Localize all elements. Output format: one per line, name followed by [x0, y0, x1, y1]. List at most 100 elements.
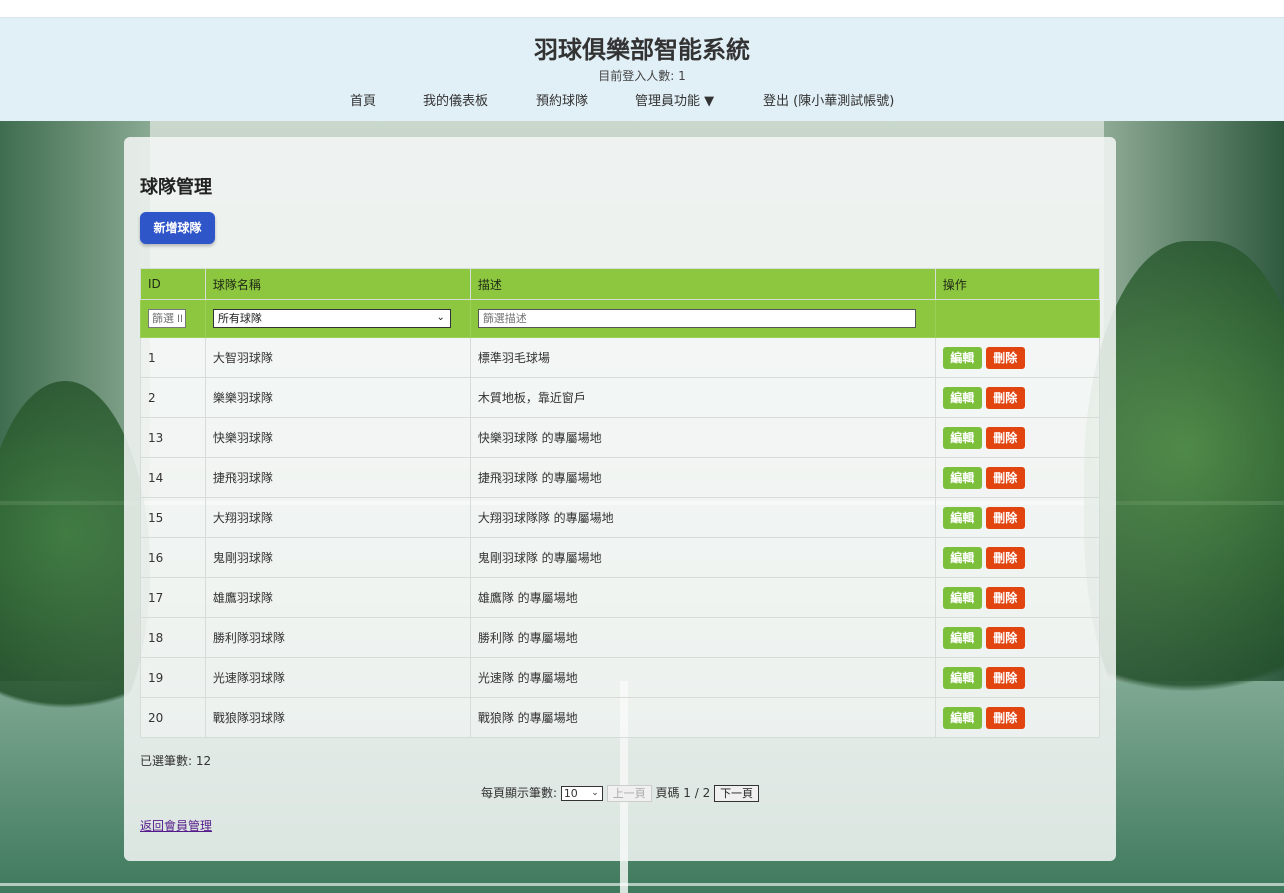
table-row: 13 快樂羽球隊 快樂羽球隊 的專屬場地 編輯 刪除	[140, 417, 1101, 458]
team-description: 大翔羽球隊隊 的專屬場地	[469, 497, 936, 538]
per-page-label: 每頁顯示筆數:	[480, 786, 557, 800]
site-title: 羽球俱樂部智能系統	[534, 36, 750, 64]
delete-button[interactable]: 刪除	[985, 626, 1025, 649]
edit-button[interactable]: 編輯	[942, 626, 982, 649]
online-count: 目前登入人數: 1	[598, 69, 686, 83]
delete-button[interactable]: 刪除	[985, 346, 1025, 369]
team-id: 2	[140, 377, 206, 418]
team-description: 光速隊 的專屬場地	[469, 657, 936, 698]
page-title: 球隊管理	[140, 177, 212, 198]
delete-button[interactable]: 刪除	[985, 466, 1025, 489]
column-header-name: 球隊名稱	[204, 268, 471, 300]
column-header-actions: 操作	[934, 268, 1101, 300]
team-id: 20	[140, 697, 206, 738]
team-description: 木質地板，靠近窗戶	[469, 377, 936, 418]
team-id: 1	[140, 337, 206, 378]
add-team-button[interactable]: 新增球隊	[140, 212, 215, 244]
team-id: 13	[140, 417, 206, 458]
page-indicator: 頁碼 1 / 2	[655, 786, 711, 800]
nav-admin-menu[interactable]: 管理員功能 ▼	[635, 90, 714, 109]
column-header-description: 描述	[469, 268, 936, 300]
table-row: 20 戰狼隊羽球隊 戰狼隊 的專屬場地 編輯 刪除	[140, 697, 1101, 738]
edit-button[interactable]: 編輯	[942, 426, 982, 449]
table-row: 17 雄鷹羽球隊 雄鷹隊 的專屬場地 編輯 刪除	[140, 577, 1101, 618]
team-description: 標準羽毛球場	[469, 337, 936, 378]
edit-button[interactable]: 編輯	[942, 586, 982, 609]
row-actions: 編輯 刪除	[934, 537, 1101, 578]
prev-page-button[interactable]: 上一頁	[606, 785, 652, 802]
edit-button[interactable]: 編輯	[942, 546, 982, 569]
column-header-id: ID	[140, 268, 206, 300]
team-id: 18	[140, 617, 206, 658]
table-row: 15 大翔羽球隊 大翔羽球隊隊 的專屬場地 編輯 刪除	[140, 497, 1101, 538]
table-row: 19 光速隊羽球隊 光速隊 的專屬場地 編輯 刪除	[140, 657, 1101, 698]
pagination: 每頁顯示筆數: 10 ⌄ 上一頁 頁碼 1 / 2 下一頁	[124, 784, 1116, 802]
team-name: 大翔羽球隊	[204, 497, 471, 538]
next-page-button[interactable]: 下一頁	[714, 785, 760, 802]
nav-home[interactable]: 首頁	[350, 90, 376, 109]
teams-table: ID 球隊名稱 描述 操作 所有球隊 ⌄ 1大智羽球隊標準羽毛球場編輯刪除2樂樂…	[140, 268, 1101, 738]
delete-button[interactable]: 刪除	[985, 706, 1025, 729]
edit-button[interactable]: 編輯	[942, 506, 982, 529]
team-name: 鬼剛羽球隊	[204, 537, 471, 578]
team-description: 雄鷹隊 的專屬場地	[469, 577, 936, 618]
selected-count: 已選筆數: 12	[140, 754, 212, 768]
delete-button[interactable]: 刪除	[985, 666, 1025, 689]
delete-button[interactable]: 刪除	[985, 546, 1025, 569]
team-name: 快樂羽球隊	[204, 417, 471, 458]
content-panel: 球隊管理 新增球隊 ID 球隊名稱 描述 操作 所有球隊 ⌄	[124, 137, 1116, 861]
back-to-member-management-link[interactable]: 返回會員管理	[140, 817, 212, 834]
table-row: 14 捷飛羽球隊 捷飛羽球隊 的專屬場地 編輯 刪除	[140, 457, 1101, 498]
edit-button[interactable]: 編輯	[942, 706, 982, 729]
row-actions: 編輯 刪除	[934, 697, 1101, 738]
edit-button[interactable]: 編輯	[942, 466, 982, 489]
per-page-select[interactable]: 10 ⌄	[560, 786, 603, 801]
team-name: 勝利隊羽球隊	[204, 617, 471, 658]
chevron-down-icon: ⌄	[591, 788, 599, 798]
delete-button[interactable]: 刪除	[985, 426, 1025, 449]
main-nav: 首頁 我的儀表板 預約球隊 管理員功能 ▼ 登出 (陳小華測試帳號)	[0, 90, 1284, 109]
edit-button[interactable]: 編輯	[942, 386, 982, 409]
team-name: 雄鷹羽球隊	[204, 577, 471, 618]
nav-logout[interactable]: 登出 (陳小華測試帳號)	[763, 90, 894, 109]
team-name: 大智羽球隊	[204, 337, 471, 378]
row-actions: 編輯 刪除	[934, 457, 1101, 498]
row-actions: 編輯 刪除	[934, 417, 1101, 458]
table-row: 1 大智羽球隊 標準羽毛球場 編輯 刪除	[140, 337, 1101, 378]
filter-description-input[interactable]	[477, 309, 916, 328]
delete-button[interactable]: 刪除	[985, 386, 1025, 409]
team-name: 捷飛羽球隊	[204, 457, 471, 498]
team-description: 戰狼隊 的專屬場地	[469, 697, 936, 738]
team-description: 鬼剛羽球隊 的專屬場地	[469, 537, 936, 578]
team-name: 戰狼隊羽球隊	[204, 697, 471, 738]
team-description: 勝利隊 的專屬場地	[469, 617, 936, 658]
team-id: 17	[140, 577, 206, 618]
site-header: 羽球俱樂部智能系統 目前登入人數: 1 首頁 我的儀表板 預約球隊 管理員功能 …	[0, 17, 1284, 121]
team-name: 光速隊羽球隊	[204, 657, 471, 698]
top-strip	[0, 0, 1284, 17]
filter-id-input[interactable]	[148, 309, 186, 328]
chevron-down-icon: ⌄	[436, 312, 445, 323]
row-actions: 編輯 刪除	[934, 577, 1101, 618]
edit-button[interactable]: 編輯	[942, 346, 982, 369]
delete-button[interactable]: 刪除	[985, 506, 1025, 529]
team-id: 14	[140, 457, 206, 498]
delete-button[interactable]: 刪除	[985, 586, 1025, 609]
row-actions: 編輯 刪除	[934, 377, 1101, 418]
nav-dashboard[interactable]: 我的儀表板	[423, 90, 488, 109]
table-row: 2 樂樂羽球隊 木質地板，靠近窗戶 編輯 刪除	[140, 377, 1101, 418]
table-row: 18 勝利隊羽球隊 勝利隊 的專屬場地 編輯 刪除	[140, 617, 1101, 658]
team-description: 捷飛羽球隊 的專屬場地	[469, 457, 936, 498]
nav-book-team[interactable]: 預約球隊	[536, 90, 588, 109]
filter-team-select[interactable]: 所有球隊 ⌄	[212, 309, 451, 328]
row-actions: 編輯 刪除	[934, 337, 1101, 378]
table-row: 16 鬼剛羽球隊 鬼剛羽球隊 的專屬場地 編輯 刪除	[140, 537, 1101, 578]
edit-button[interactable]: 編輯	[942, 666, 982, 689]
team-id: 16	[140, 537, 206, 578]
team-id: 19	[140, 657, 206, 698]
team-description: 快樂羽球隊 的專屬場地	[469, 417, 936, 458]
team-id: 15	[140, 497, 206, 538]
team-name: 樂樂羽球隊	[204, 377, 471, 418]
row-actions: 編輯 刪除	[934, 657, 1101, 698]
row-actions: 編輯 刪除	[934, 617, 1101, 658]
